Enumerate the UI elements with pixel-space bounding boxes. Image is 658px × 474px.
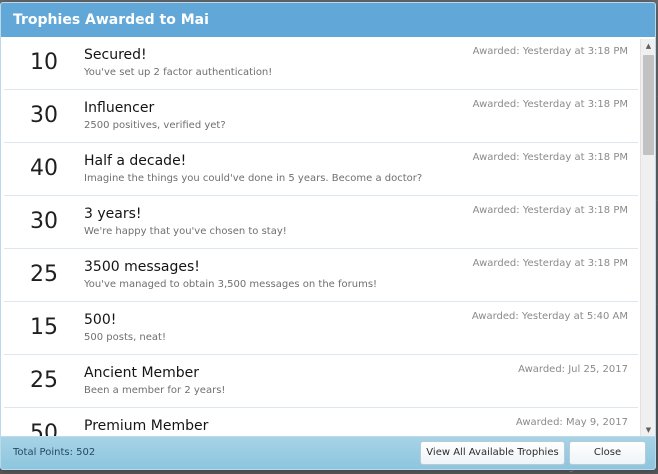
trophy-awarded-date: Awarded: Yesterday at 3:18 PM xyxy=(472,258,628,269)
total-points: Total Points: 502 xyxy=(13,447,96,458)
trophy-title: 3500 messages! xyxy=(84,259,200,275)
trophy-awarded-date: Awarded: Yesterday at 3:18 PM xyxy=(472,99,628,110)
trophy-list-container[interactable]: 10 Secured! You've set up 2 factor authent… xyxy=(4,37,655,437)
trophy-awarded-date: Awarded: Yesterday at 3:18 PM xyxy=(472,152,628,163)
trophies-dialog: Trophies Awarded to Mai 10 Secured! You've… xyxy=(0,2,656,470)
view-all-trophies-button[interactable]: View All Available Trophies xyxy=(420,441,565,465)
trophy-description: 500 posts, neat! xyxy=(84,332,166,343)
dialog-footer: Total Points: 502 View All Available Tro… xyxy=(1,436,655,469)
dialog-title: Trophies Awarded to Mai xyxy=(1,3,655,37)
trophy-description: We're happy that you've chosen to stay! xyxy=(84,226,287,237)
trophy-title: 500! xyxy=(84,312,117,328)
trophy-list: 10 Secured! You've set up 2 factor authent… xyxy=(4,37,638,437)
trophy-title: Half a decade! xyxy=(84,153,187,169)
trophy-row: 40 Half a decade! Imagine the things you c… xyxy=(4,143,638,196)
trophy-row: 30 3 years! We're happy that you've chosen… xyxy=(4,196,638,249)
trophy-points: 40 xyxy=(30,156,58,181)
trophy-awarded-date: Awarded: Yesterday at 3:18 PM xyxy=(472,46,628,57)
trophy-description: You've set up 2 factor authentication! xyxy=(84,67,273,78)
trophy-row: 25 3500 messages! You've managed to obtain… xyxy=(4,249,638,302)
trophy-awarded-date: Awarded: Yesterday at 3:18 PM xyxy=(472,205,628,216)
trophy-description: 2500 positives, verified yet? xyxy=(84,120,226,131)
trophy-row: 15 500! 500 posts, neat! Awarded: Yesterday… xyxy=(4,302,638,355)
trophy-description: Been a member for 2 years! xyxy=(84,385,226,396)
trophy-row: 30 Influencer 2500 positives, verified yet… xyxy=(4,90,638,143)
trophy-points: 30 xyxy=(30,103,58,128)
vertical-scrollbar[interactable]: ▲ ▼ xyxy=(640,39,655,437)
trophy-row: 25 Ancient Member Been a member for 2 year… xyxy=(4,355,638,408)
scroll-up-arrow-icon[interactable]: ▲ xyxy=(641,39,655,53)
trophy-title: Ancient Member xyxy=(84,365,200,381)
scroll-thumb[interactable] xyxy=(643,55,654,155)
close-button[interactable]: Close xyxy=(569,441,646,465)
trophy-points: 25 xyxy=(30,262,58,287)
scroll-down-arrow-icon[interactable]: ▼ xyxy=(641,423,655,437)
trophy-row: 10 Secured! You've set up 2 factor authent… xyxy=(4,37,638,90)
trophy-title: Secured! xyxy=(84,47,147,63)
trophy-awarded-date: Awarded: May 9, 2017 xyxy=(515,417,628,428)
trophy-points: 15 xyxy=(30,315,58,340)
trophy-title: Premium Member xyxy=(84,418,209,434)
trophy-points: 25 xyxy=(30,368,58,393)
trophy-description: You've managed to obtain 3,500 messages … xyxy=(84,279,378,290)
trophy-row: 50 Premium Member Awarded: May 9, 2017 xyxy=(4,408,638,437)
trophy-awarded-date: Awarded: Yesterday at 5:40 AM xyxy=(471,311,628,322)
trophy-points: 10 xyxy=(30,50,58,75)
trophy-awarded-date: Awarded: Jul 25, 2017 xyxy=(518,364,628,375)
trophy-title: 3 years! xyxy=(84,206,142,222)
trophy-points: 50 xyxy=(30,421,58,437)
trophy-title: Influencer xyxy=(84,100,155,116)
trophy-description: Imagine the things you could've done in … xyxy=(84,173,423,184)
trophy-points: 30 xyxy=(30,209,58,234)
